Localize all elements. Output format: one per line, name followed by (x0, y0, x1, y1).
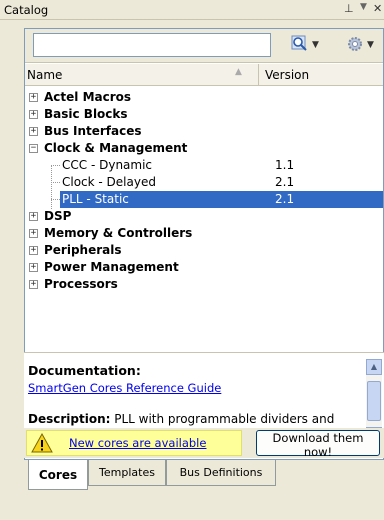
catalog-title-bar: Catalog ⊥ ▼ ✕ (0, 0, 384, 20)
tree-item-pll-static[interactable]: PLL - Static 2.1 (25, 191, 383, 208)
tree-item-ccc-dynamic[interactable]: CCC - Dynamic 1.1 (25, 157, 383, 174)
search-dropdown-button[interactable]: ▼ (287, 33, 323, 57)
close-icon[interactable]: ✕ (373, 2, 382, 15)
notification-bar: New cores are available Download them no… (24, 428, 384, 459)
expand-icon[interactable]: + (29, 212, 38, 221)
tab-cores[interactable]: Cores (28, 460, 88, 490)
search-input[interactable] (33, 33, 271, 57)
settings-dropdown-button[interactable]: ▼ (341, 33, 379, 57)
collapse-icon[interactable]: − (29, 144, 38, 153)
search-icon (291, 35, 309, 56)
tree-item-label: PLL - Static (62, 192, 129, 206)
tree-item-label: Actel Macros (44, 90, 132, 104)
tree-item-version: 2.1 (275, 175, 295, 189)
tree-item-label: Bus Interfaces (44, 124, 142, 138)
download-cores-button[interactable]: Download them now! (256, 430, 380, 459)
tab-templates[interactable]: Templates (88, 460, 166, 486)
tree-item-label: Clock - Delayed (62, 175, 156, 189)
expand-icon[interactable]: + (29, 280, 38, 289)
tree-connector (51, 165, 60, 166)
pin-icon[interactable]: ⊥ (344, 2, 354, 15)
tree-connector (51, 182, 60, 183)
warning-icon (31, 432, 53, 454)
tree-item-actel-macros[interactable]: + Actel Macros (25, 89, 383, 106)
tree-item-bus-interfaces[interactable]: + Bus Interfaces (25, 123, 383, 140)
tree-item-label: CCC - Dynamic (62, 158, 153, 172)
expand-icon[interactable]: + (29, 263, 38, 272)
catalog-toolbar: ▼ ▼ (25, 29, 383, 63)
tree-item-label: Memory & Controllers (44, 226, 193, 240)
tree-item-version: 2.1 (275, 192, 295, 206)
tree-item-clock-delayed[interactable]: Clock - Delayed 2.1 (25, 174, 383, 191)
warning-box: New cores are available (26, 430, 242, 456)
tree-connector (51, 199, 60, 200)
expand-icon[interactable]: + (29, 110, 38, 119)
column-version-header[interactable]: Version (265, 68, 309, 82)
tree-item-label: Power Management (44, 260, 179, 274)
expand-icon[interactable]: + (29, 246, 38, 255)
tree-item-basic-blocks[interactable]: + Basic Blocks (25, 106, 383, 123)
tree-item-peripherals[interactable]: + Peripherals (25, 242, 383, 259)
scroll-up-button[interactable]: ▲ (366, 359, 382, 375)
window-title: Catalog (4, 3, 49, 17)
tree-item-power-management[interactable]: + Power Management (25, 259, 383, 276)
scroll-thumb[interactable] (367, 381, 381, 421)
tree-item-version: 1.1 (275, 158, 295, 172)
column-separator[interactable] (258, 64, 259, 86)
tree-item-memory-controllers[interactable]: + Memory & Controllers (25, 225, 383, 242)
tree-item-label: Peripherals (44, 243, 122, 257)
tree-item-label: Basic Blocks (44, 107, 128, 121)
window-menu-dropdown-icon[interactable]: ▼ (360, 2, 367, 12)
tree-item-label: DSP (44, 209, 72, 223)
tree-item-dsp[interactable]: + DSP (25, 208, 383, 225)
expand-icon[interactable]: + (29, 127, 38, 136)
documentation-link[interactable]: SmartGen Cores Reference Guide (28, 381, 221, 395)
chevron-down-icon: ▼ (312, 40, 319, 50)
tree-item-label: Processors (44, 277, 118, 291)
column-name-header[interactable]: Name (27, 68, 62, 82)
tree-item-processors[interactable]: + Processors (25, 276, 383, 293)
new-cores-link[interactable]: New cores are available (69, 436, 206, 450)
catalog-tabs: Cores Templates Bus Definitions (24, 460, 384, 494)
description-label: Description: (28, 412, 111, 426)
tab-bus-definitions[interactable]: Bus Definitions (166, 460, 276, 486)
column-header: Name ▲ Version (25, 64, 383, 86)
chevron-down-icon: ▼ (367, 40, 374, 50)
tree-item-label: Clock & Management (44, 141, 188, 155)
documentation-title: Documentation: (28, 363, 141, 378)
expand-icon[interactable]: + (29, 229, 38, 238)
tree-item-clock-management[interactable]: − Clock & Management (25, 140, 383, 157)
expand-icon[interactable]: + (29, 93, 38, 102)
gear-icon (346, 35, 364, 56)
sort-up-icon: ▲ (235, 67, 242, 77)
